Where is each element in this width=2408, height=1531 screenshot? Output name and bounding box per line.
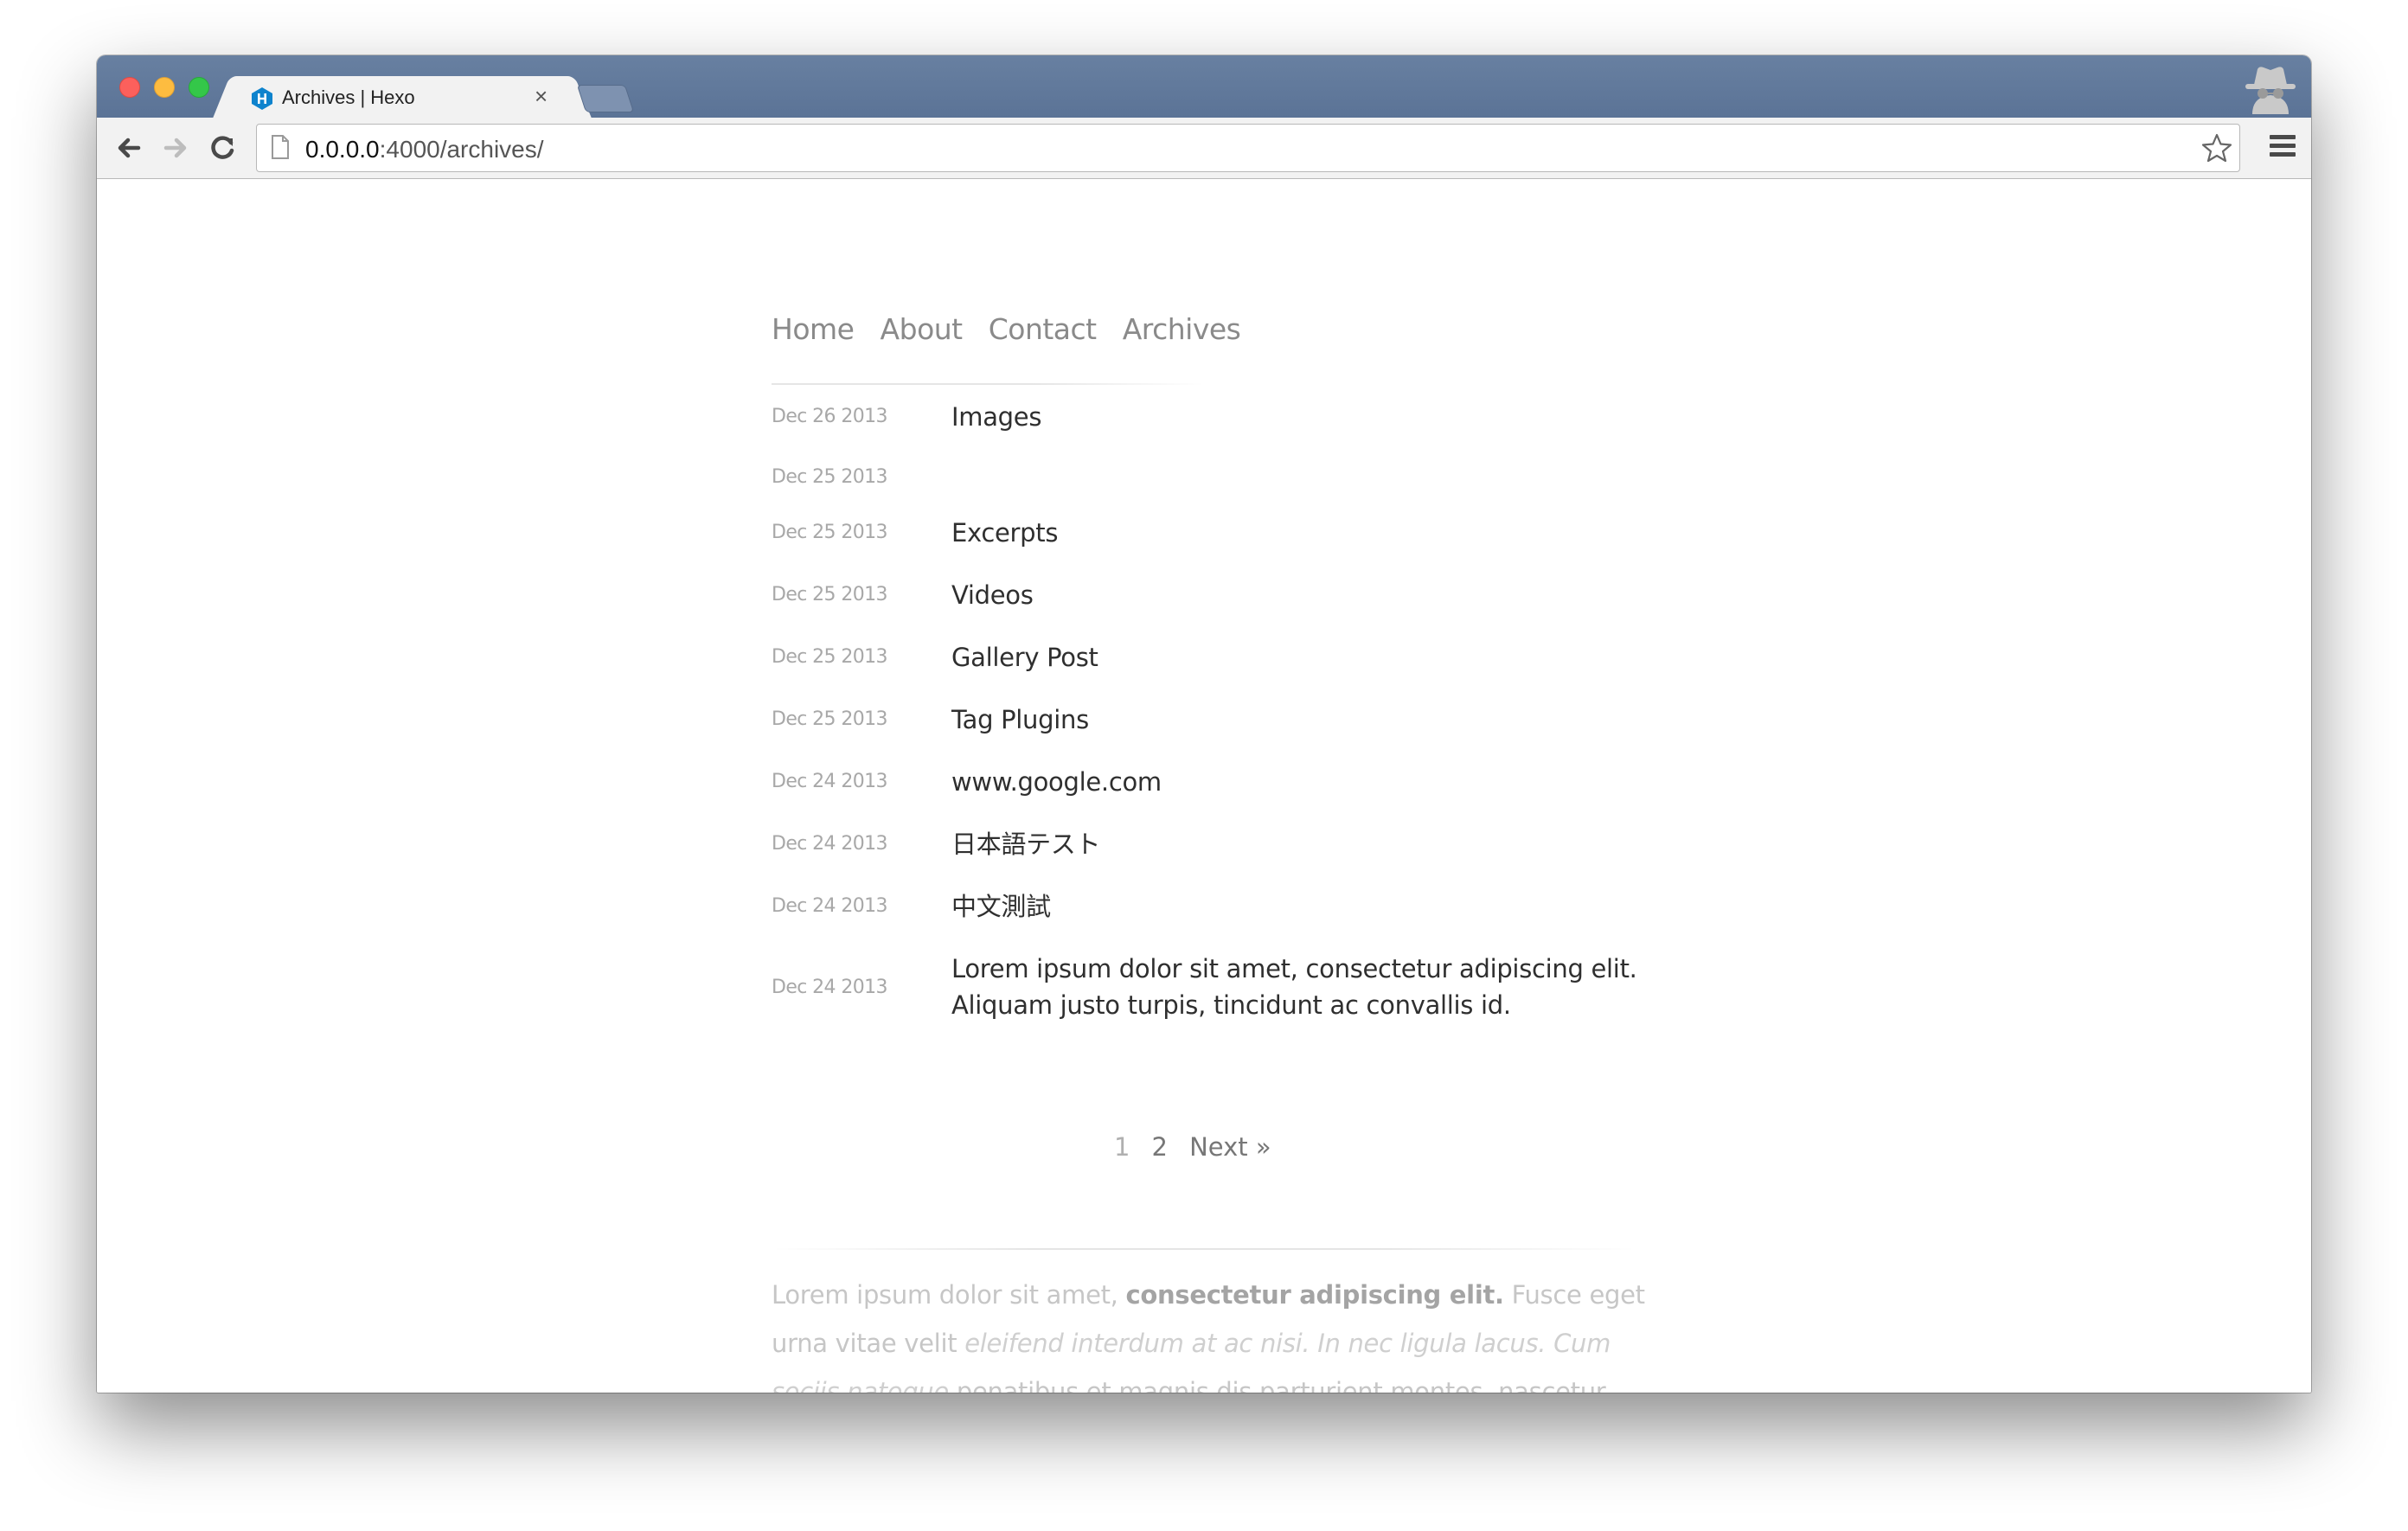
close-window-button[interactable] <box>119 77 140 98</box>
nav-contact-link[interactable]: Contact <box>989 312 1097 346</box>
incognito-icon <box>2245 67 2296 114</box>
nav-about-link[interactable]: About <box>881 312 964 346</box>
post-date: Dec 24 2013 <box>772 895 888 917</box>
footer-text-1: Lorem ipsum dolor sit amet, <box>772 1280 1118 1310</box>
forward-arrow-icon[interactable] <box>159 131 192 164</box>
maximize-window-button[interactable] <box>189 77 209 98</box>
tab-close-icon[interactable]: × <box>535 83 548 109</box>
post-title-link[interactable]: 日本語テスト <box>951 826 1687 862</box>
page-icon <box>272 135 289 159</box>
back-arrow-icon[interactable] <box>112 131 145 164</box>
post-title-link[interactable]: Lorem ipsum dolor sit amet, consectetur … <box>951 951 1687 1023</box>
browser-toolbar: 0.0.0.0:4000/archives/ <box>97 118 2311 179</box>
url-host: 0.0.0.0 <box>305 136 380 163</box>
hexo-icon <box>252 87 272 110</box>
post-date: Dec 25 2013 <box>772 708 888 730</box>
tab-title: Archives | Hexo <box>282 86 415 108</box>
minimize-window-button[interactable] <box>154 77 175 98</box>
address-bar[interactable]: 0.0.0.0:4000/archives/ <box>256 124 2240 172</box>
page-2-link[interactable]: 2 <box>1152 1132 1168 1162</box>
post-title-link[interactable]: Videos <box>951 577 1687 613</box>
post-title-link[interactable]: Tag Plugins <box>951 701 1687 738</box>
post-date: Dec 25 2013 <box>772 466 888 488</box>
reload-icon[interactable] <box>206 131 239 164</box>
url-path: :4000/archives/ <box>379 136 544 163</box>
page-current: 1 <box>1114 1132 1130 1162</box>
nav-home-link[interactable]: Home <box>772 312 855 346</box>
tab-archives[interactable]: Archives | Hexo × <box>234 76 571 118</box>
nav-divider <box>772 383 1204 385</box>
footer-text-bold: consectetur adipiscing elit. <box>1125 1280 1505 1310</box>
new-tab-button[interactable] <box>576 85 635 112</box>
browser-window: Archives | Hexo × 0.0.0.0:4000/archives/… <box>97 55 2311 1393</box>
post-date: Dec 25 2013 <box>772 522 888 543</box>
post-title-link[interactable]: 中文測試 <box>951 888 1687 925</box>
next-page-link[interactable]: Next » <box>1189 1132 1271 1162</box>
post-date: Dec 24 2013 <box>772 833 888 855</box>
site-nav: Home About Contact Archives <box>772 312 1262 346</box>
post-title-link[interactable]: Gallery Post <box>951 639 1687 676</box>
page-content: Home About Contact Archives Dec 26 2013 … <box>97 179 2311 1393</box>
post-date: Dec 25 2013 <box>772 646 888 668</box>
post-date: Dec 24 2013 <box>772 771 888 792</box>
post-title-link[interactable]: www.google.com <box>951 764 1687 800</box>
title-bar: Archives | Hexo × <box>97 55 2311 118</box>
url-text[interactable]: 0.0.0.0:4000/archives/ <box>305 136 544 163</box>
post-title-link[interactable]: Excerpts <box>951 515 1687 551</box>
post-date: Dec 25 2013 <box>772 584 888 605</box>
footer-text: Lorem ipsum dolor sit amet, consectetur … <box>772 1271 1654 1393</box>
bookmark-star-icon[interactable] <box>2201 133 2232 163</box>
browser-menu-icon[interactable] <box>2270 135 2299 161</box>
nav-archives-link[interactable]: Archives <box>1123 312 1241 346</box>
post-title-link[interactable]: Images <box>951 399 1687 435</box>
post-date: Dec 24 2013 <box>772 977 888 998</box>
footer-divider <box>772 1248 1636 1250</box>
post-date: Dec 26 2013 <box>772 406 888 427</box>
pagination: 1 2 Next » <box>1114 1132 1289 1162</box>
